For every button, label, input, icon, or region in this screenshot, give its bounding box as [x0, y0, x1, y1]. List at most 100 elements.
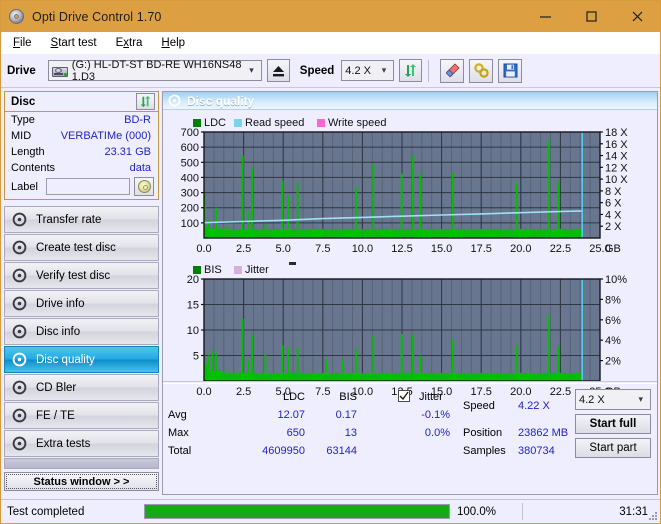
- svg-text:4 X: 4 X: [605, 209, 622, 221]
- svg-text:GB: GB: [605, 243, 621, 255]
- content-header: Disc quality: [163, 92, 657, 110]
- disc-info-box: Disc Type BD-R MID VERBATIMe (000) Lengt…: [4, 91, 159, 200]
- disc-row-length-value: 23.31 GB: [104, 146, 151, 158]
- svg-text:4%: 4%: [605, 335, 621, 347]
- svg-text:2 X: 2 X: [605, 221, 622, 233]
- stats-total-ldc: 4609950: [262, 445, 305, 457]
- svg-text:2%: 2%: [605, 356, 621, 368]
- svg-text:700: 700: [181, 127, 199, 139]
- disc-box-header: Disc: [5, 92, 158, 112]
- disc-icon: [12, 296, 27, 311]
- disc-icon: [12, 212, 27, 227]
- svg-text:6%: 6%: [605, 315, 621, 327]
- progress-fill: [145, 505, 449, 518]
- svg-text:100: 100: [181, 218, 199, 230]
- resize-grip[interactable]: [648, 511, 658, 521]
- disc-row-mid-key: MID: [11, 130, 32, 142]
- stats-panel: LDC BIS Jitter Avg 12.07 0.17 -0.1% Max …: [163, 386, 657, 464]
- save-button[interactable]: [498, 58, 523, 83]
- toolbar-divider: [428, 59, 430, 82]
- sidebar-item-fe-te[interactable]: FE / TE: [4, 402, 159, 429]
- jitter-checkbox[interactable]: [398, 390, 410, 402]
- svg-text:22.5: 22.5: [550, 243, 571, 255]
- disc-icon: [12, 268, 27, 283]
- stats-avg-bis: 0.17: [335, 409, 357, 421]
- sidebar-item-label: Disc info: [36, 325, 81, 338]
- sidebar-item-extra-tests[interactable]: Extra tests: [4, 430, 159, 457]
- menu-item-help[interactable]: Help: [158, 35, 194, 51]
- status-text: Test completed: [7, 505, 85, 518]
- svg-text:10%: 10%: [605, 274, 627, 286]
- menu-bar: File Start test Extra Help: [1, 32, 660, 54]
- window-title: Opti Drive Control 1.70: [32, 9, 162, 24]
- start-part-button[interactable]: Start part: [575, 438, 651, 458]
- disc-icon: [12, 324, 27, 339]
- disc-row-type-key: Type: [11, 114, 35, 126]
- bis-chart[interactable]: BIS Jitter 5 10 15 20 2% 4% 6% 8% 10% 0.0 2.5 5.0 7.5 1…: [163, 256, 657, 399]
- status-window-button[interactable]: Status window > >: [4, 472, 159, 491]
- svg-text:10 X: 10 X: [605, 174, 628, 186]
- speed-select-value: 4.2 X: [345, 64, 371, 77]
- svg-text:15: 15: [187, 300, 199, 312]
- sidebar-item-transfer-rate[interactable]: Transfer rate: [4, 206, 159, 233]
- start-full-button[interactable]: Start full: [575, 414, 651, 434]
- progress-percent: 100.0%: [457, 505, 497, 518]
- eject-button[interactable]: [266, 59, 290, 82]
- sidebar-item-verify-test-disc[interactable]: Verify test disc: [4, 262, 159, 289]
- sidebar-item-create-test-disc[interactable]: Create test disc: [4, 234, 159, 261]
- app-window: Opti Drive Control 1.70 File Start test …: [0, 0, 661, 524]
- sidebar-item-label: FE / TE: [36, 409, 75, 422]
- stats-max-jitter: 0.0%: [424, 427, 450, 439]
- eraser-button[interactable]: [440, 58, 465, 83]
- menu-item-start-test[interactable]: Start test: [48, 35, 106, 51]
- page-title: Disc quality: [187, 93, 255, 108]
- stats-row-avg-label: Avg: [168, 409, 187, 421]
- svg-text:600: 600: [181, 142, 199, 154]
- svg-text:10: 10: [187, 325, 199, 337]
- stats-speed-value: 4.22 X: [518, 400, 550, 412]
- sidebar-item-disc-quality[interactable]: Disc quality: [4, 346, 159, 373]
- disc-label-key: Label: [11, 180, 38, 193]
- drive-icon: [51, 64, 68, 78]
- disc-refresh-button[interactable]: [136, 93, 155, 110]
- disc-label-button[interactable]: [134, 177, 154, 196]
- progress-bar: [144, 504, 450, 519]
- disc-icon: [12, 380, 27, 395]
- sidebar-item-label: Extra tests: [36, 437, 91, 450]
- test-speed-select[interactable]: 4.2 X ▾: [575, 389, 651, 410]
- maximize-button[interactable]: [568, 1, 614, 32]
- stats-samples-value: 380734: [518, 445, 555, 457]
- svg-text:Read speed: Read speed: [245, 117, 304, 129]
- ldc-chart[interactable]: LDC Read speed Write speed 100 200 300 400 500 6…: [163, 110, 657, 256]
- disc-icon: [12, 352, 27, 367]
- svg-text:14 X: 14 X: [605, 151, 628, 163]
- stats-max-bis: 13: [344, 427, 357, 439]
- speed-select[interactable]: 4.2 X ▾: [341, 60, 395, 81]
- disc-icon: [8, 8, 25, 25]
- disc-row-contents: Contents data: [5, 160, 158, 176]
- sidebar-item-cd-bler[interactable]: CD Bler: [4, 374, 159, 401]
- disc-label-input[interactable]: [45, 178, 130, 195]
- chain-link-button[interactable]: [469, 58, 494, 83]
- title-bar: Opti Drive Control 1.70: [1, 1, 660, 32]
- disc-row-contents-key: Contents: [11, 162, 56, 174]
- menu-item-file[interactable]: File: [10, 35, 41, 51]
- menu-item-extra[interactable]: Extra: [113, 35, 152, 51]
- disc-row-mid-value: VERBATIMe (000): [60, 130, 151, 142]
- close-button[interactable]: [614, 1, 660, 32]
- minimize-button[interactable]: [522, 1, 568, 32]
- left-panel: Disc Type BD-R MID VERBATIMe (000) Lengt…: [4, 91, 159, 491]
- refresh-button[interactable]: [399, 59, 423, 82]
- nav-list: Transfer rate Create test disc Verify te…: [4, 206, 159, 469]
- svg-text:10.0: 10.0: [352, 243, 373, 255]
- drive-select[interactable]: (G:) HL-DT-ST BD-RE WH16NS48 1.D3 ▾: [47, 59, 262, 83]
- svg-text:0.0: 0.0: [196, 243, 211, 255]
- svg-text:Write speed: Write speed: [328, 117, 387, 129]
- elapsed-time: 31:31: [619, 505, 648, 518]
- sidebar-item-label: Create test disc: [36, 241, 116, 254]
- nav-spacer: [4, 458, 159, 469]
- stats-col-bis: BIS: [339, 391, 357, 403]
- disc-row-type: Type BD-R: [5, 112, 158, 128]
- sidebar-item-disc-info[interactable]: Disc info: [4, 318, 159, 345]
- sidebar-item-drive-info[interactable]: Drive info: [4, 290, 159, 317]
